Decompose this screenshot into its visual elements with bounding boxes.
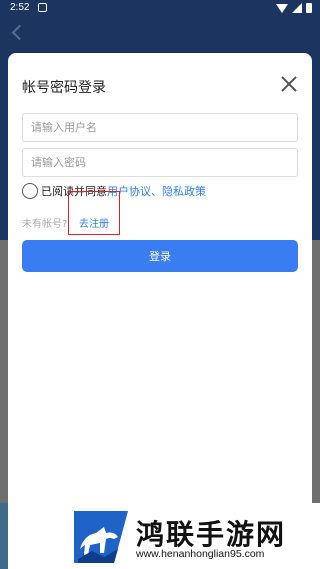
- password-input[interactable]: [22, 148, 298, 177]
- background-edge: [0, 503, 8, 569]
- notification-icon: [38, 3, 47, 12]
- wifi-icon: [276, 3, 288, 13]
- privacy-policy-link[interactable]: 隐私政策: [162, 183, 206, 199]
- signal-icon: [292, 3, 302, 13]
- battery-icon: [306, 3, 312, 13]
- agreement-separator: 、: [151, 185, 162, 198]
- watermark-url: www.henanhonglian95.com: [136, 548, 265, 560]
- header-band-right: [312, 60, 320, 240]
- watermark-site-name: 鸿联手游网: [136, 518, 287, 551]
- highlight-box: [68, 191, 120, 235]
- system-icons: [276, 3, 312, 13]
- status-bar: 2:52: [0, 0, 320, 17]
- back-arrow-icon[interactable]: [11, 24, 28, 41]
- watermark-banner: 鸿联手游网 www.henanhonglian95.com: [0, 503, 320, 569]
- status-time: 2:52: [10, 2, 30, 13]
- login-dialog: 帐号密码登录 已阅读并同意 用户协议 、 隐私政策 未有帐号? 去注册 登录: [8, 53, 312, 569]
- close-icon[interactable]: [280, 75, 298, 93]
- site-logo-icon: [74, 511, 128, 563]
- dialog-title: 帐号密码登录: [22, 80, 106, 96]
- no-account-label: 未有帐号?: [22, 219, 68, 230]
- username-input[interactable]: [22, 113, 298, 142]
- header-band-left: [0, 60, 8, 240]
- login-button[interactable]: 登录: [22, 240, 298, 272]
- agree-radio[interactable]: [22, 183, 38, 199]
